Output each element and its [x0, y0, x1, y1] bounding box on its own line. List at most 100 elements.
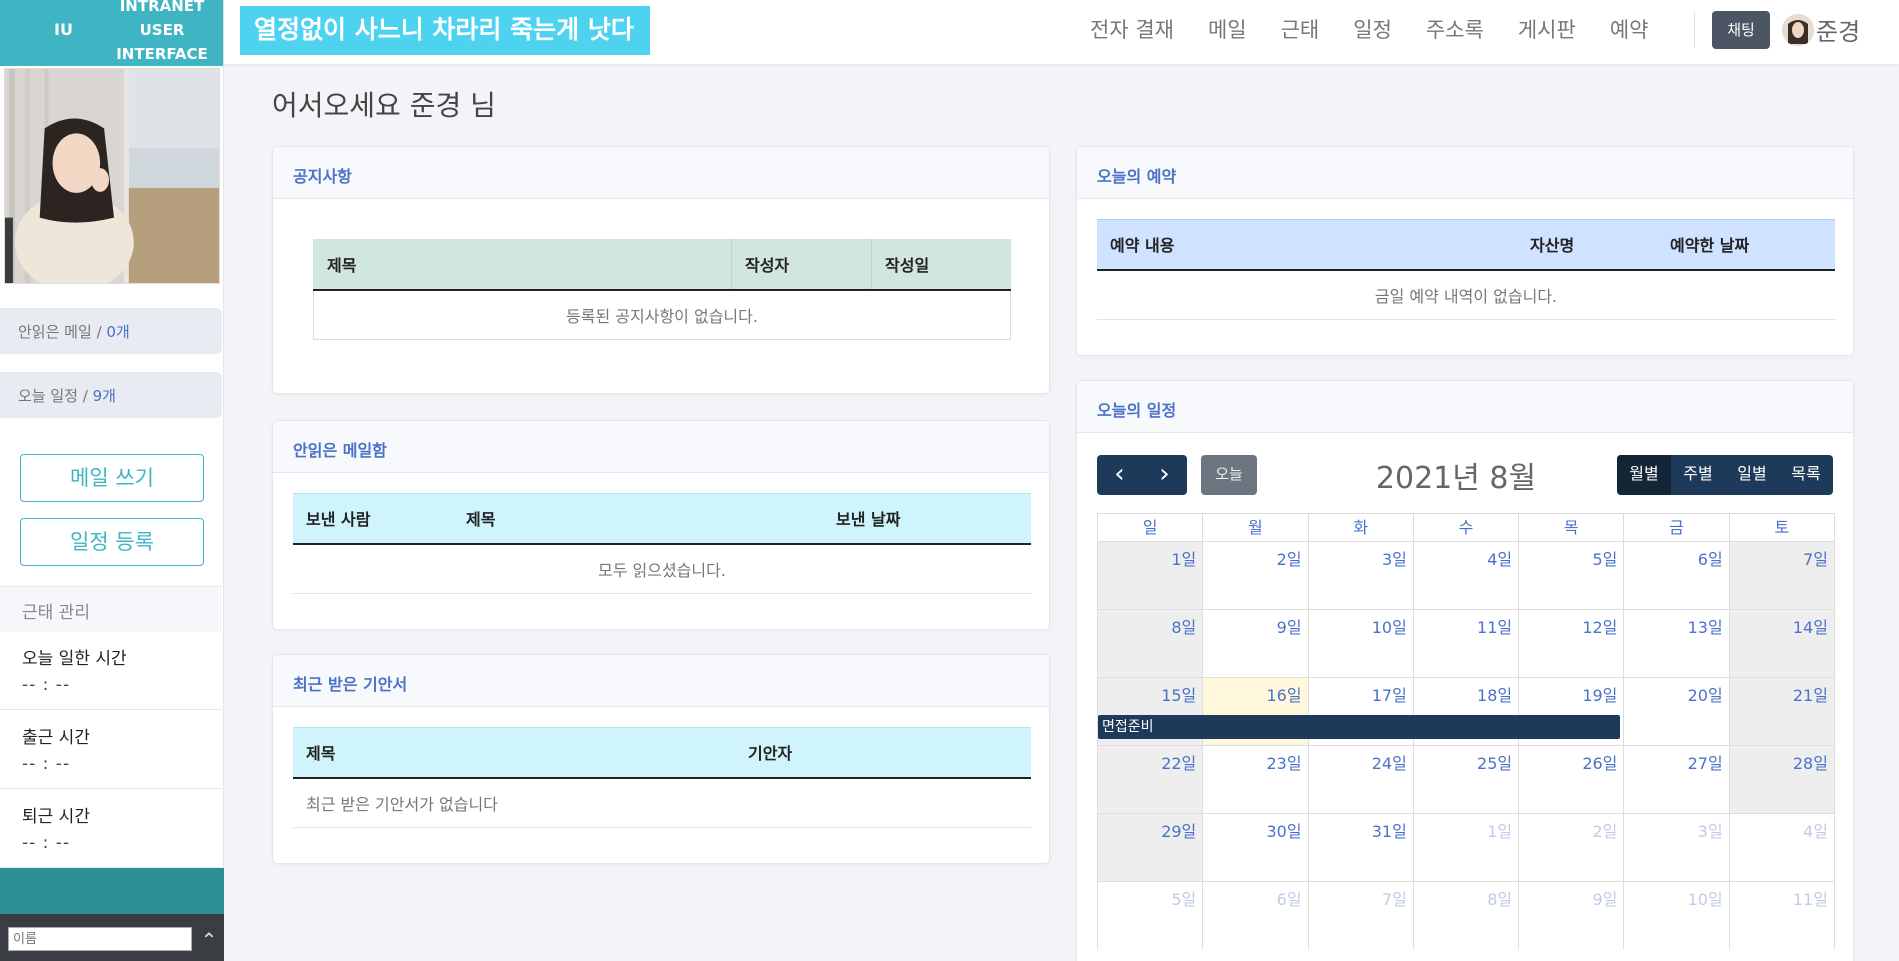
view-week-button[interactable]: 주별 [1671, 455, 1725, 495]
motto-banner: 열정없이 사느니 차라리 죽는게 낫다 [240, 6, 650, 55]
top-bar: 열정없이 사느니 차라리 죽는게 낫다 전자 결재 메일 근태 일정 주소록 게… [224, 0, 1899, 64]
weekday-label: 금 [1624, 514, 1730, 541]
write-mail-button[interactable]: 메일 쓰기 [20, 454, 204, 502]
notice-title: 공지사항 [273, 147, 1049, 199]
calendar-day[interactable]: 6일 [1624, 542, 1730, 609]
logo-line: INTERFACE [116, 45, 208, 63]
table-header-row: 제목 기안자 [293, 727, 1031, 778]
column-header: 제목 [466, 510, 496, 530]
calendar-day[interactable]: 5일 [1519, 542, 1625, 609]
attendance-value: -- : -- [22, 754, 71, 774]
column-header: 자산명 [1530, 236, 1575, 256]
profile-photo [4, 68, 220, 284]
attendance-label: 출근 시간 [22, 728, 90, 748]
empty-message: 최근 받은 기안서가 없습니다 [306, 794, 498, 814]
attendance-value: -- : -- [22, 833, 71, 853]
nav-approval[interactable]: 전자 결재 [1090, 14, 1174, 44]
calendar-day[interactable]: 4일 [1730, 814, 1834, 881]
calendar-week: 1일 2일 3일 4일 5일 6일 7일 [1097, 541, 1835, 609]
calendar-day[interactable]: 7일 [1309, 882, 1414, 949]
calendar-day[interactable]: 4일 [1414, 542, 1520, 609]
calendar-day[interactable]: 9일 [1519, 882, 1625, 949]
attendance-label: 오늘 일한 시간 [22, 649, 127, 669]
nav-mail[interactable]: 메일 [1208, 14, 1247, 44]
today-schedule-summary[interactable]: 오늘 일정 / 9개 [0, 372, 222, 418]
calendar-day[interactable]: 8일 [1414, 882, 1520, 949]
calendar-day[interactable]: 8일 [1098, 610, 1204, 677]
weekday-label: 토 [1774, 518, 1790, 537]
unread-mail-label: 안읽은 메일 [18, 323, 92, 341]
calendar-day[interactable]: 26일 [1519, 746, 1625, 813]
calendar-day[interactable]: 28일 [1729, 746, 1834, 813]
weekday-label: 화 [1309, 514, 1414, 541]
calendar-day[interactable]: 2일 [1519, 814, 1625, 881]
weekday-label: 목 [1519, 514, 1625, 541]
calendar-day[interactable]: 22일 [1098, 746, 1204, 813]
chevron-right-icon[interactable]: › [1142, 455, 1187, 495]
calendar-event[interactable]: 면접준비 [1098, 715, 1620, 739]
chevron-up-icon[interactable]: ⌃ [198, 927, 220, 952]
name-search-input[interactable] [8, 927, 192, 951]
view-month-button[interactable]: 월별 [1617, 455, 1671, 495]
empty-message: 등록된 공지사항이 없습니다. [566, 306, 758, 326]
calendar-day[interactable]: 1일 [1098, 542, 1204, 609]
attendance-item: 오늘 일한 시간 -- : -- [0, 632, 222, 710]
calendar-view-switch: 월별 주별 일별 목록 [1617, 455, 1833, 495]
calendar-day[interactable]: 3일 [1624, 814, 1730, 881]
table-header-row: 예약 내용 자산명 예약한 날짜 [1097, 219, 1835, 270]
nav-schedule[interactable]: 일정 [1353, 14, 1392, 44]
table-row: 등록된 공지사항이 없습니다. [314, 290, 1011, 340]
calendar-day[interactable]: 5일 [1098, 882, 1204, 949]
unread-mail-title: 안읽은 메일함 [273, 421, 1049, 473]
calendar-day[interactable]: 20일 [1624, 678, 1730, 745]
nav-address-book[interactable]: 주소록 [1426, 14, 1484, 44]
calendar-day[interactable]: 23일 [1203, 746, 1309, 813]
column-header: 작성자 [731, 239, 872, 290]
calendar-day[interactable]: 3일 [1309, 542, 1414, 609]
weekday-label: 월 [1203, 514, 1309, 541]
logo[interactable]: IU INTRANET USER INTERFACE [0, 0, 223, 66]
calendar-day[interactable]: 11일 [1730, 882, 1834, 949]
calendar-day[interactable]: 10일 [1624, 882, 1730, 949]
empty-message: 모두 읽으셨습니다. [598, 560, 726, 580]
calendar-day[interactable]: 6일 [1203, 882, 1309, 949]
view-day-button[interactable]: 일별 [1725, 455, 1779, 495]
add-schedule-button[interactable]: 일정 등록 [20, 518, 204, 566]
calendar-day[interactable]: 21일 [1729, 678, 1834, 745]
calendar-day[interactable]: 31일 [1309, 814, 1414, 881]
table-row: 최근 받은 기안서가 없습니다 [293, 778, 1031, 828]
chevron-left-icon[interactable]: ‹ [1097, 455, 1142, 495]
drafts-table: 제목 기안자 최근 받은 기안서가 없습니다 [293, 727, 1031, 828]
chat-button[interactable]: 채팅 [1712, 11, 1770, 49]
separator: / [96, 323, 102, 341]
calendar-day[interactable]: 1일 [1414, 814, 1520, 881]
calendar-day[interactable]: 9일 [1203, 610, 1309, 677]
calendar-day[interactable]: 7일 [1729, 542, 1834, 609]
nav-reservation[interactable]: 예약 [1610, 14, 1649, 44]
table-row: 금일 예약 내역이 없습니다. [1097, 270, 1835, 320]
empty-message: 금일 예약 내역이 없습니다. [1374, 286, 1558, 306]
user-name[interactable]: 준경 [1816, 12, 1860, 47]
calendar-day[interactable]: 14일 [1729, 610, 1834, 677]
table-row: 모두 읽으셨습니다. [293, 544, 1031, 594]
column-header: 보낸 날짜 [836, 510, 901, 530]
calendar-day[interactable]: 30일 [1203, 814, 1309, 881]
attendance-item: 출근 시간 -- : -- [0, 711, 222, 789]
nav-board[interactable]: 게시판 [1518, 14, 1576, 44]
nav-attendance[interactable]: 근태 [1281, 14, 1320, 44]
today-button[interactable]: 오늘 [1201, 455, 1257, 495]
logo-short: IU [54, 20, 73, 39]
calendar-day[interactable]: 11일 [1414, 610, 1520, 677]
calendar-day[interactable]: 24일 [1309, 746, 1414, 813]
logo-line: USER [139, 21, 185, 39]
calendar-day[interactable]: 13일 [1624, 610, 1730, 677]
calendar-day[interactable]: 29일 [1098, 814, 1204, 881]
calendar-day[interactable]: 27일 [1624, 746, 1730, 813]
calendar-day[interactable]: 12일 [1519, 610, 1625, 677]
calendar-day[interactable]: 2일 [1203, 542, 1309, 609]
unread-mail-summary[interactable]: 안읽은 메일 / 0개 [0, 308, 222, 354]
calendar-day[interactable]: 10일 [1309, 610, 1414, 677]
avatar[interactable] [1782, 14, 1814, 46]
view-list-button[interactable]: 목록 [1779, 455, 1833, 495]
calendar-day[interactable]: 25일 [1414, 746, 1520, 813]
